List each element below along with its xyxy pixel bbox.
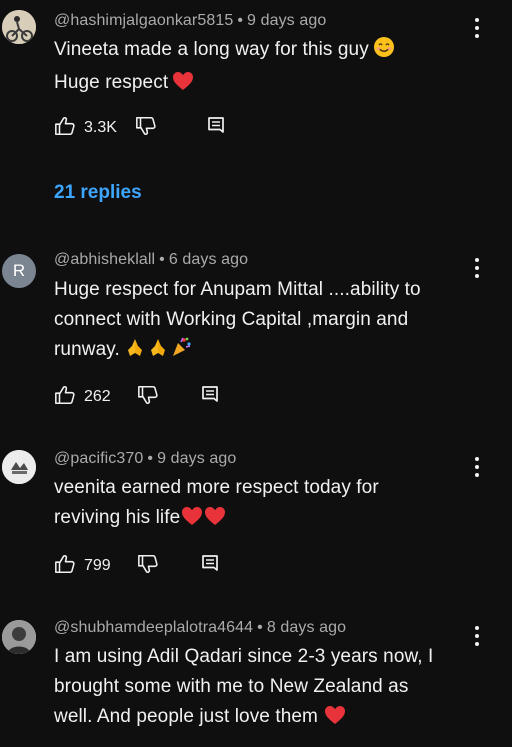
avatar[interactable]: [2, 10, 36, 44]
comment-line: Vineeta made a long way for this guy: [54, 39, 369, 60]
thumb-up-icon[interactable]: [54, 553, 76, 580]
comment-line: Huge respect: [54, 72, 169, 93]
comment-text: veenita earned more respect today for re…: [54, 473, 474, 536]
meta-separator: •: [147, 450, 154, 467]
comment-meta: @shubhamdeeplalotra4644 • 8 days ago: [54, 619, 346, 637]
red-heart-emoji: [204, 506, 226, 536]
red-heart-emoji: [324, 705, 346, 735]
comment-actions: 3.3K: [54, 116, 225, 140]
thumb-up-icon[interactable]: [54, 384, 76, 411]
thumb-down-icon[interactable]: [135, 115, 157, 142]
comment-line: brought some with me to New Zealand as: [54, 676, 409, 697]
comment-author[interactable]: @pacific370: [54, 450, 143, 467]
meta-separator: •: [257, 619, 263, 636]
comment-line: Huge respect for Anupam Mittal ....abili…: [54, 279, 421, 300]
comment-line: runway.: [54, 339, 120, 360]
comment-reply-icon[interactable]: [201, 385, 219, 410]
comment-text: I am using Adil Qadari since 2-3 years n…: [54, 642, 474, 735]
thumb-down-icon[interactable]: [137, 384, 159, 411]
thumb-down-icon[interactable]: [137, 553, 159, 580]
comment-reply-icon[interactable]: [207, 116, 225, 141]
like-button[interactable]: 799: [54, 553, 111, 580]
like-button[interactable]: 3.3K: [54, 115, 117, 142]
like-count: 3.3K: [84, 119, 117, 136]
like-button[interactable]: 262: [54, 384, 111, 411]
red-heart-emoji: [172, 71, 194, 101]
comment-actions: 799: [54, 554, 219, 578]
avatar-image: [2, 620, 36, 654]
view-replies-link[interactable]: 21 replies: [54, 182, 142, 204]
comment-text: Vineeta made a long way for this guy Hug…: [54, 35, 474, 101]
avatar-image: [2, 10, 36, 44]
folded-hands-emoji: [124, 336, 146, 368]
folded-hands-emoji: [147, 336, 169, 368]
avatar[interactable]: R: [2, 254, 36, 288]
avatar-image: [2, 450, 36, 484]
red-heart-emoji: [181, 506, 203, 536]
comment-text: Huge respect for Anupam Mittal ....abili…: [54, 275, 474, 368]
comment-line: connect with Working Capital ,margin and: [54, 309, 409, 330]
avatar-letter: R: [12, 261, 26, 280]
meta-separator: •: [159, 251, 165, 268]
comment-line: veenita earned more respect today for: [54, 477, 379, 498]
comment-time[interactable]: 6 days ago: [169, 251, 248, 268]
comment-line: well. And people just love them: [54, 706, 318, 727]
comment-reply-icon[interactable]: [201, 554, 219, 579]
comment-author[interactable]: @hashimjalgaonkar5815: [54, 12, 233, 29]
meta-separator: •: [237, 12, 244, 29]
like-count: 262: [84, 388, 111, 405]
comment-time[interactable]: 9 days ago: [157, 450, 236, 467]
comment-author[interactable]: @abhisheklall: [54, 251, 155, 268]
like-count: 799: [84, 557, 111, 574]
comment-meta: @pacific370 • 9 days ago: [54, 450, 236, 468]
avatar[interactable]: [2, 450, 36, 484]
thumb-up-icon[interactable]: [54, 115, 76, 142]
comment-author[interactable]: @shubhamdeeplalotra4644: [54, 619, 253, 636]
comment-time[interactable]: 8 days ago: [267, 619, 346, 636]
smiling-face-emoji: [373, 36, 395, 68]
party-popper-emoji: [170, 336, 192, 368]
avatar[interactable]: [2, 620, 36, 654]
comment-line: I am using Adil Qadari since 2-3 years n…: [54, 646, 434, 667]
comment-time[interactable]: 9 days ago: [247, 12, 326, 29]
comment-actions: 262: [54, 385, 219, 409]
comment-meta: @abhisheklall • 6 days ago: [54, 251, 248, 269]
comment-meta: @hashimjalgaonkar5815 • 9 days ago: [54, 12, 326, 30]
comment-line: reviving his life: [54, 507, 181, 528]
